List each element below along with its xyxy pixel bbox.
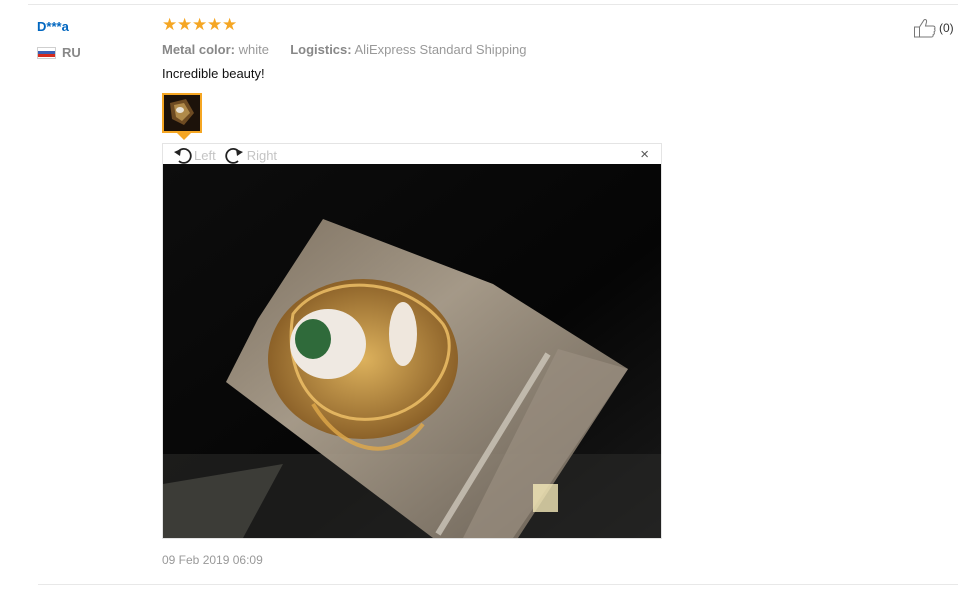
review-photo[interactable] — [163, 164, 661, 538]
star-icon: ★ — [192, 15, 208, 34]
star-icon: ★ — [207, 15, 223, 34]
thumbnail-pointer — [177, 133, 191, 140]
close-icon[interactable]: × — [640, 147, 649, 163]
rotate-right-icon — [225, 148, 243, 164]
russia-flag-icon — [37, 46, 56, 59]
star-icon: ★ — [162, 15, 178, 34]
helpful-button[interactable]: (0) — [913, 18, 954, 38]
star-rating: ★ ★ ★ ★ ★ — [162, 15, 238, 34]
star-icon: ★ — [222, 15, 238, 34]
rotate-left-label: Left — [194, 147, 216, 163]
rotate-left-button[interactable]: Left — [173, 146, 216, 164]
rotate-left-icon — [174, 148, 192, 164]
review-attributes: Metal color: white Logistics: AliExpress… — [162, 42, 527, 57]
thumbs-up-icon — [914, 19, 936, 38]
review-date: 09 Feb 2019 06:09 — [162, 553, 263, 567]
rotate-right-button[interactable]: Right — [224, 146, 277, 164]
viewer-toolbar: Left Right — [173, 146, 277, 164]
metal-color-value: white — [238, 42, 269, 57]
country-code: RU — [62, 45, 81, 60]
review-text: Incredible beauty! — [162, 66, 265, 81]
photo-viewer: Left Right × — [162, 143, 662, 539]
top-divider — [28, 4, 958, 5]
metal-color-label: Metal color: — [162, 42, 235, 57]
rotate-right-label: Right — [246, 147, 278, 163]
logistics-label: Logistics: — [290, 42, 352, 57]
logistics-value: AliExpress Standard Shipping — [354, 42, 527, 57]
star-icon: ★ — [177, 15, 193, 34]
helpful-count: (0) — [939, 21, 954, 35]
review-photo-thumbnail[interactable] — [162, 93, 202, 133]
reviewer-name[interactable]: D***a — [37, 19, 69, 34]
bottom-divider — [38, 584, 958, 585]
reviewer-country: RU — [37, 45, 81, 60]
